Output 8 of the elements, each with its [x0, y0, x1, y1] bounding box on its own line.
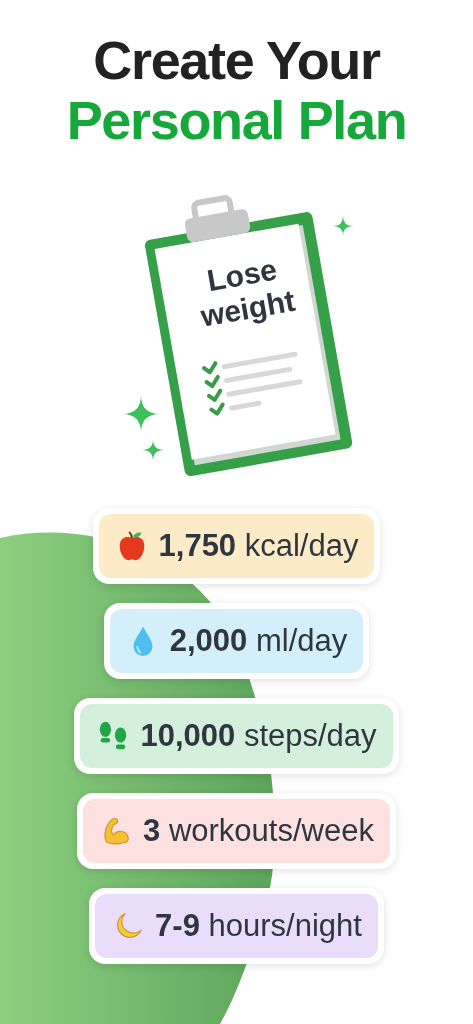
clipboard-heading: Lose weight	[196, 251, 298, 335]
title-highlight: Personal Plan	[66, 90, 407, 150]
goal-text: 7-9 hours/night	[155, 906, 362, 945]
title-line: Create Your	[93, 30, 380, 90]
goal-text: 10,000 steps/day	[140, 716, 377, 755]
goal-text: 1,750 kcal/day	[158, 526, 359, 565]
goal-text: 2,000 ml/day	[169, 621, 348, 660]
goal-text: 3 workouts/week	[143, 811, 374, 850]
